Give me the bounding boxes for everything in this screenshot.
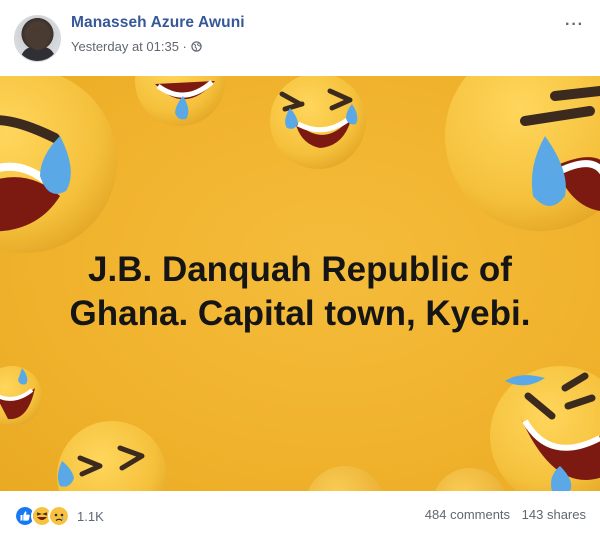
engagement-stats: 484 comments 143 shares: [425, 507, 586, 522]
laughing-emoji-top-left: [0, 76, 117, 253]
laughing-emoji-bottom-right: [490, 366, 600, 491]
facebook-post: Manasseh Azure Awuni Yesterday at 01:35 …: [0, 0, 600, 541]
post-meta: Yesterday at 01:35 ·: [71, 39, 202, 54]
image-caption: J.B. Danquah Republic of Ghana. Capital …: [0, 248, 600, 336]
post-header: Manasseh Azure Awuni Yesterday at 01:35 …: [0, 0, 600, 76]
post-image[interactable]: J.B. Danquah Republic of Ghana. Capital …: [0, 76, 600, 491]
author-avatar[interactable]: [14, 15, 61, 62]
author-name[interactable]: Manasseh Azure Awuni: [71, 14, 245, 32]
globe-icon: [191, 41, 202, 52]
caption-line-1: J.B. Danquah Republic of: [88, 250, 512, 289]
post-timestamp[interactable]: Yesterday at 01:35 ·: [71, 39, 187, 54]
laughing-emoji-top-middle: [270, 76, 366, 169]
caption-line-2: Ghana. Capital town, Kyebi.: [69, 294, 531, 333]
laughing-emoji-bottom-center: [307, 466, 505, 491]
laughing-emoji-top-right: [445, 76, 600, 231]
shares-count-link[interactable]: 143 shares: [522, 507, 586, 522]
comments-count-link[interactable]: 484 comments: [425, 507, 510, 522]
reaction-count[interactable]: 1.1K: [77, 509, 104, 524]
laughing-emoji-bottom-left-small: [0, 366, 42, 426]
laughing-emoji-bottom-left: [57, 421, 167, 491]
sad-icon: [48, 505, 70, 527]
post-footer: 1.1K 484 comments 143 shares: [0, 491, 600, 541]
laughing-emoji-top-center: [135, 76, 225, 126]
more-options-button[interactable]: ···: [565, 16, 584, 34]
avatar-face: [27, 24, 49, 50]
reactions-summary[interactable]: 1.1K: [14, 505, 104, 527]
